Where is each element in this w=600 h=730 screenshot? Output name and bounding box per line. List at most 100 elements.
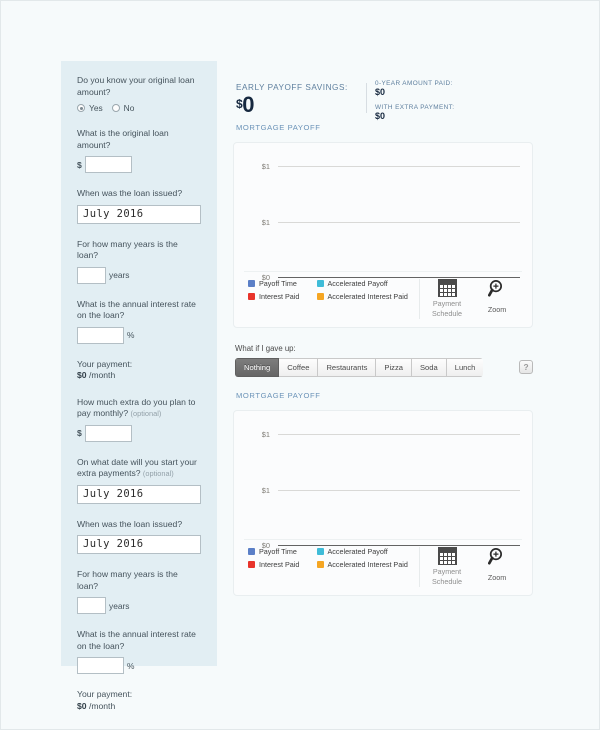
summary-stat-value: $0 (375, 111, 386, 121)
input-row: years (77, 266, 201, 284)
summary-stat-label: 0-YEAR AMOUNT PAID: (375, 80, 453, 87)
legend-label: Accelerated Payoff (327, 279, 388, 288)
field-label: How much extra do you plan to pay monthl… (77, 397, 201, 420)
input-row: July 2016 (77, 204, 201, 224)
legend-swatch-icon (248, 560, 255, 568)
footer-divider (419, 546, 420, 587)
input-row: $ (77, 424, 201, 442)
legend-swatch-icon (248, 293, 255, 300)
payment-readout: Your payment: $0 /month (77, 689, 201, 712)
field-label-text: What is the original loan amount? (77, 128, 169, 150)
chart-section: MORTGAGE PAYOFF $1 $1 $0 Payoff Time Accelera… (233, 123, 533, 328)
chart-plot-area: $1 $1 $0 (244, 153, 522, 282)
what-if-option-soda[interactable]: Soda (411, 357, 447, 377)
field-label-text: When was the loan issued? (77, 188, 183, 198)
field-optional-tag: (optional) (130, 409, 162, 418)
payment-schedule-button[interactable]: Payment Schedule (422, 279, 472, 319)
input-row: % (77, 326, 201, 344)
legend-item: Interest Paid (248, 292, 307, 301)
what-if-segmented-group: Nothing Coffee Restaurants Pizza Soda Lunch (235, 357, 484, 377)
legend-item: Interest Paid (248, 560, 307, 569)
field-label: For how many years is the loan? (77, 239, 201, 262)
magnifier-plus-icon (487, 279, 507, 303)
field-annual-interest-rate-1: What is the annual interest rate on the … (77, 299, 201, 344)
chart-footer: Payoff Time Accelerated Payoff Interest Pa… (244, 271, 522, 327)
what-if-control: What if I gave up: Nothing Coffee Restauran… (235, 344, 533, 377)
field-loan-term-years-2: For how many years is the loan? years (77, 569, 201, 614)
field-label-text: For how many years is the loan? (77, 238, 178, 261)
legend-label: Payoff Time (259, 546, 297, 556)
field-your-payment-2: Your payment: $0 /month (77, 689, 201, 712)
what-if-row: Nothing Coffee Restaurants Pizza Soda Lunch? (235, 357, 533, 377)
input-original-loan-amount-1[interactable] (84, 156, 132, 173)
legend-swatch-icon (248, 280, 255, 287)
input-loan-term-years-1[interactable] (77, 266, 106, 284)
payment-readout: Your payment: $0 /month (77, 359, 201, 382)
legend-item: Accelerated Interest Paid (316, 292, 415, 301)
radio-option-no[interactable]: No (111, 103, 134, 113)
chart-card: $1 $1 $0 Payoff Time Accelerated Payoff Inter… (233, 142, 533, 328)
input-annual-interest-rate-1[interactable] (77, 326, 124, 344)
savings-amount: 0 (242, 92, 254, 117)
legend-label: Payoff Time (259, 279, 297, 288)
field-label: What is the annual interest rate on the … (77, 629, 201, 652)
gridline (278, 489, 520, 491)
input-extra-start-date[interactable]: July 2016 (77, 484, 201, 504)
field-label-text: Do you know your original loan amount? (77, 75, 195, 97)
chart-sections: MORTGAGE PAYOFF $1 $1 $0 Payoff Time Accelera… (233, 123, 533, 596)
what-if-option-coffee[interactable]: Coffee (279, 357, 319, 377)
zoom-button[interactable]: Zoom (472, 547, 522, 582)
input-annual-interest-rate-2[interactable] (77, 657, 124, 674)
field-label-text: What is the annual interest rate on the … (77, 629, 196, 651)
chart-legend: Payoff Time Accelerated Payoff Interest Pa… (244, 547, 415, 569)
field-label: When was the loan issued? (77, 188, 201, 200)
radio-option-label: Yes (89, 103, 103, 113)
input-loan-issued-date-1[interactable]: July 2016 (77, 204, 201, 224)
early-payoff-savings-label: EARLY PAYOFF SAVINGS: (236, 83, 348, 92)
tool-label-line2: Schedule (432, 577, 462, 587)
field-extra-monthly-1: How much extra do you plan to pay monthl… (77, 397, 201, 442)
payment-readout-value: $0 /month (77, 701, 201, 713)
chart-gridline-row: $1 (244, 162, 520, 171)
summary-divider (366, 83, 367, 113)
what-if-option-lunch[interactable]: Lunch (446, 357, 484, 377)
input-suffix: % (127, 660, 135, 671)
early-payoff-savings: EARLY PAYOFF SAVINGS: $0 (236, 83, 348, 116)
payment-schedule-button[interactable]: Payment Schedule (422, 546, 472, 587)
input-row: % (77, 657, 201, 674)
payment-period: /month (88, 370, 116, 380)
field-label: What is the original loan amount? (77, 128, 201, 151)
input-row: years (77, 597, 201, 614)
radio-option-yes[interactable]: Yes (77, 103, 103, 113)
what-if-option-restaurants[interactable]: Restaurants (318, 357, 377, 377)
legend-item: Accelerated Payoff (316, 547, 415, 556)
field-your-payment-1: Your payment: $0 /month (77, 359, 201, 382)
calendar-icon-grid (437, 283, 457, 297)
field-label-text: On what date will you start your extra p… (77, 456, 197, 479)
input-extra-monthly-1[interactable] (84, 424, 132, 442)
radio-button-icon[interactable] (111, 104, 120, 112)
tool-label-line1: Payment (432, 299, 462, 308)
tool-label-line2: Schedule (432, 309, 462, 319)
tool-label-line1: Zoom (487, 305, 507, 314)
radio-button-icon[interactable] (77, 104, 85, 112)
legend-swatch-icon (316, 547, 324, 555)
footer-divider (419, 279, 420, 319)
field-label: What is the annual interest rate on the … (77, 299, 201, 322)
field-label-text: When was the loan issued? (77, 518, 183, 529)
chart-gridline-row: $1 (244, 486, 520, 495)
input-loan-term-years-2[interactable] (77, 597, 106, 614)
zoom-button[interactable]: Zoom (472, 279, 522, 314)
legend-label: Accelerated Interest Paid (327, 292, 408, 301)
help-button[interactable]: ? (519, 360, 533, 375)
input-loan-issued-date-2[interactable]: July 2016 (77, 535, 201, 554)
chart-legend: Payoff Time Accelerated Payoff Interest Pa… (244, 279, 415, 301)
legend-label: Interest Paid (259, 292, 300, 301)
chart-title: MORTGAGE PAYOFF (236, 390, 321, 400)
chart-gridline-row: $1 (244, 430, 520, 439)
chart-gridline-row: $1 (244, 218, 520, 227)
input-suffix: years (109, 600, 130, 611)
what-if-option-nothing[interactable]: Nothing (235, 357, 280, 377)
radio-group-know-original-amount: Yes No (77, 103, 201, 113)
what-if-option-pizza[interactable]: Pizza (376, 357, 412, 377)
